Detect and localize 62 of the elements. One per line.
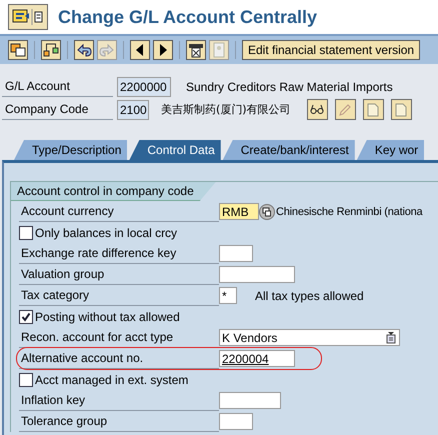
field-label: Tax category <box>19 285 219 306</box>
glasses-icon <box>310 104 324 116</box>
edit-statement-version-button[interactable]: Edit financial statement version <box>242 40 420 60</box>
field-description: Chinesische Renminbi (nationa <box>276 206 422 218</box>
previous-icon <box>136 44 143 56</box>
value-help-button[interactable] <box>259 204 275 220</box>
tab[interactable]: Type/Description <box>14 140 128 160</box>
field-label: Account currency <box>19 201 219 222</box>
toolbar-button[interactable] <box>186 40 206 60</box>
checkbox-label: Acct managed in ext. system <box>35 372 188 386</box>
checkbox[interactable] <box>19 310 33 324</box>
pencil-icon <box>338 102 352 116</box>
field-label: Valuation group <box>19 264 219 285</box>
field-value[interactable]: 2200000 <box>117 76 171 96</box>
menu-icon <box>11 7 45 27</box>
field-label: G/L Account <box>2 76 113 97</box>
checkbox-label: Posting without tax allowed <box>35 310 180 324</box>
display-button[interactable] <box>306 99 328 120</box>
checkbox-label: Only balances in local crcy <box>35 226 178 240</box>
toolbar-button[interactable] <box>74 40 94 60</box>
input-field[interactable]: 2200004 <box>219 350 295 367</box>
field-label: Inflation key <box>19 390 219 411</box>
input-field[interactable]: RMB <box>219 203 259 220</box>
window-title: Change G/L Account Centrally <box>58 6 318 28</box>
copy-button[interactable] <box>390 99 412 120</box>
create-button[interactable] <box>362 99 384 120</box>
hierarchy-icon <box>44 44 58 56</box>
field-label: Company Code <box>2 99 113 120</box>
toolbar-button[interactable] <box>130 40 150 60</box>
document-icon <box>367 102 380 116</box>
change-button[interactable] <box>334 99 356 120</box>
menu-button[interactable] <box>8 4 48 30</box>
next-icon <box>160 44 167 56</box>
input-field[interactable]: K Vendors <box>219 329 400 346</box>
checkbox[interactable] <box>19 226 33 240</box>
input-field[interactable] <box>219 266 295 283</box>
field-value[interactable]: 2100 <box>117 100 149 120</box>
windows-icon <box>10 44 26 56</box>
field-label: Alternative account no. <box>19 348 219 369</box>
document-icon <box>214 42 224 58</box>
checkbox[interactable] <box>19 372 33 386</box>
document-icon <box>395 102 408 116</box>
undo-icon <box>78 44 92 56</box>
toolbar-button[interactable] <box>41 40 61 60</box>
field-description: All tax types allowed <box>255 288 364 302</box>
field-description: Sundry Creditors Raw Material Imports <box>186 80 393 94</box>
input-field[interactable] <box>219 413 253 430</box>
field-label: Tolerance group <box>19 411 219 432</box>
field-description: 美吉斯制药(厦门)有限公司 <box>161 102 291 117</box>
toolbar-button[interactable] <box>153 40 173 60</box>
field-label: Exchange rate difference key <box>19 243 219 264</box>
windows-icon <box>262 206 272 216</box>
input-field[interactable]: * <box>219 287 237 304</box>
tab[interactable]: Key wor <box>356 140 424 160</box>
input-field[interactable] <box>219 392 281 409</box>
tab[interactable]: Control Data <box>129 140 221 160</box>
input-field[interactable] <box>219 245 253 262</box>
section-title: Account control in company code <box>11 182 216 201</box>
tab[interactable]: Create/bank/interest <box>222 140 355 160</box>
print-icon <box>189 44 203 58</box>
toolbar-button[interactable] <box>8 40 28 60</box>
redo-icon <box>100 44 114 56</box>
